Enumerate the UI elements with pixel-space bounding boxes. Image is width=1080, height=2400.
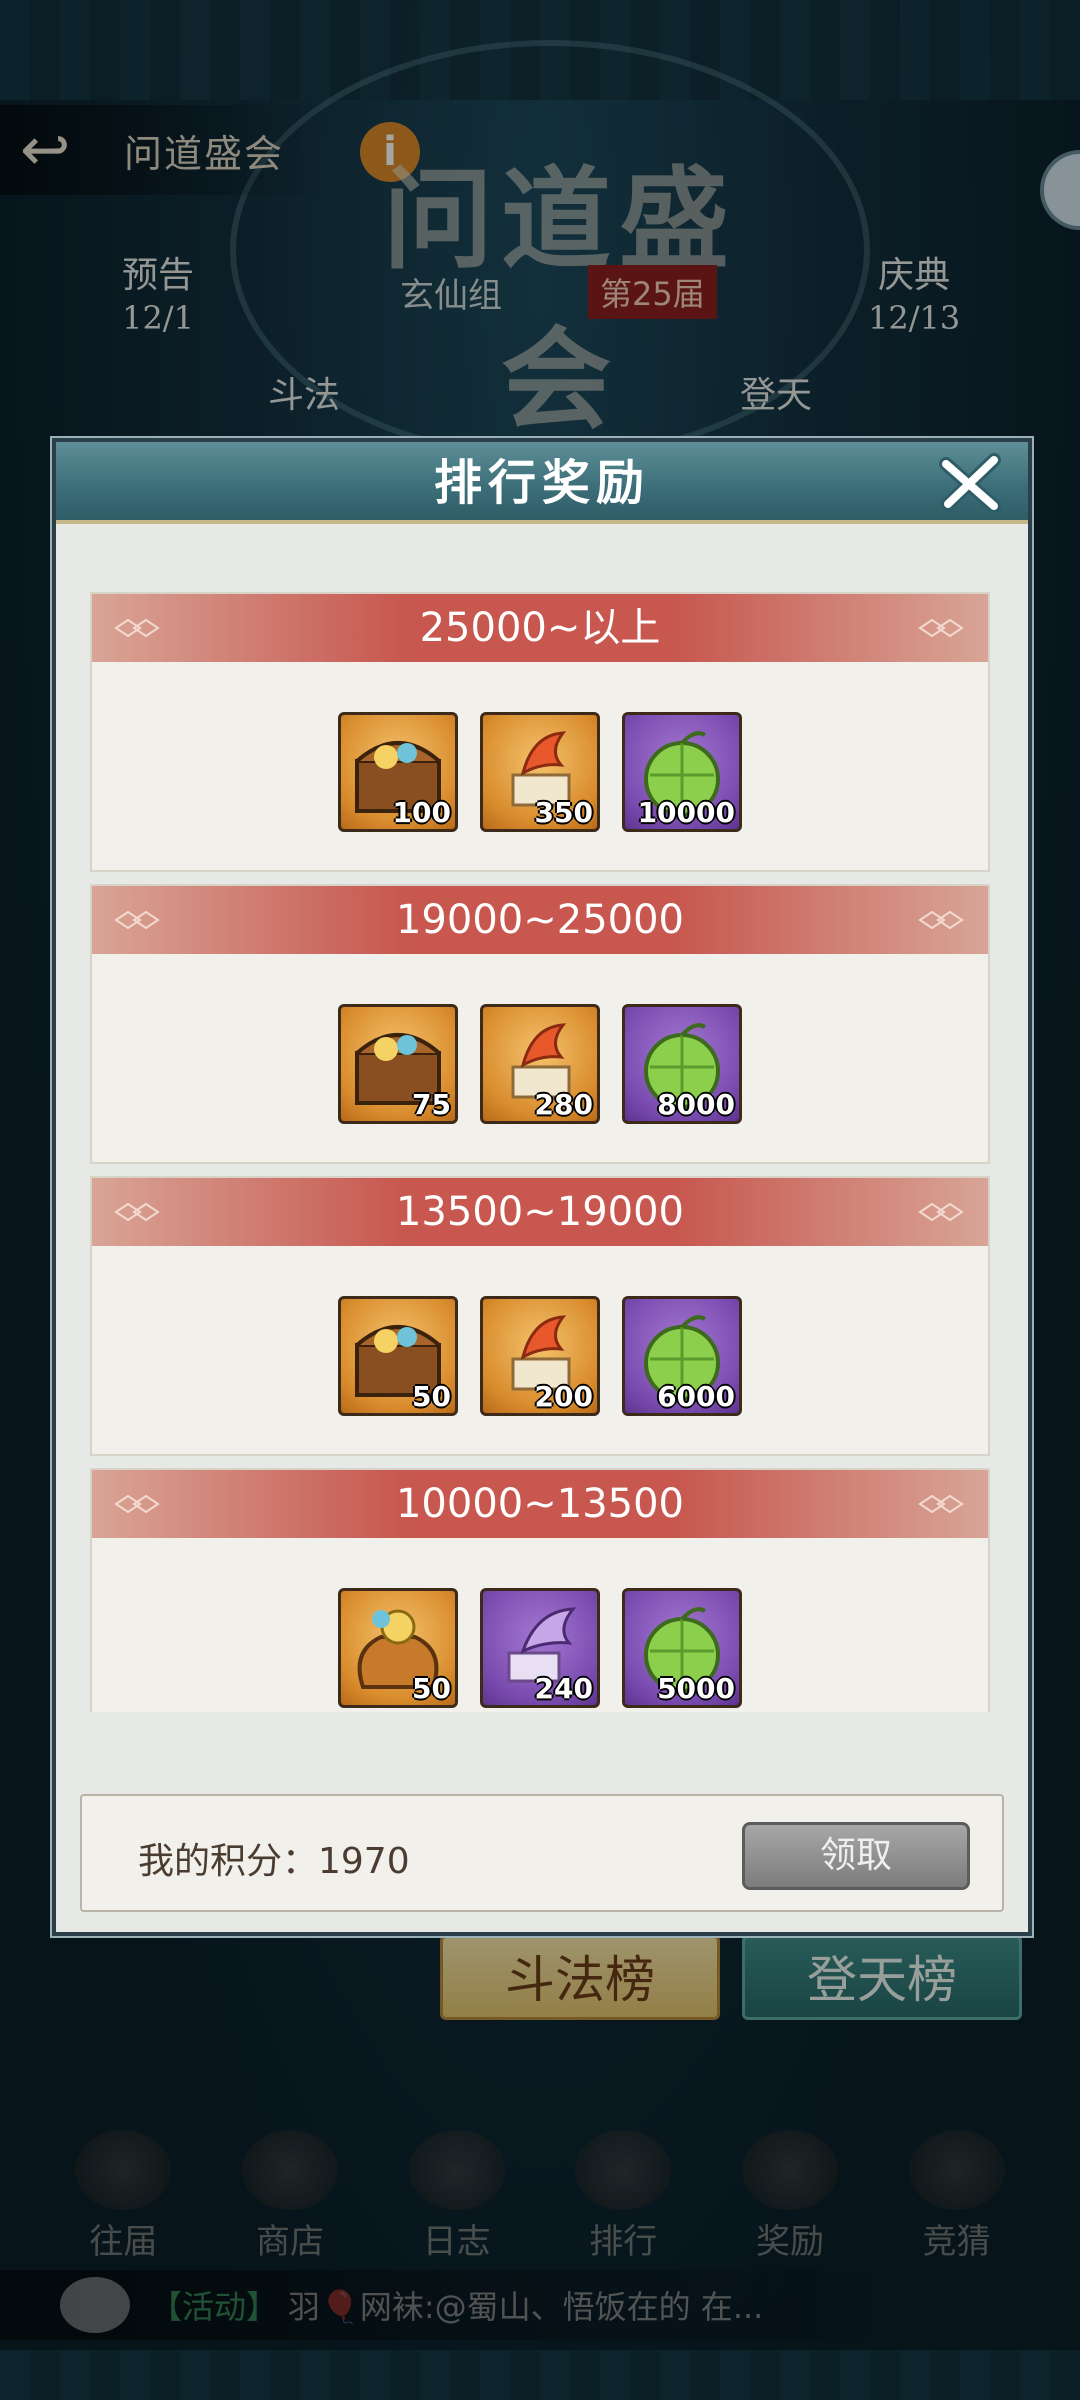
reward-item[interactable]: 240 <box>480 1588 600 1708</box>
my-score-panel: 我的积分：1970 领取 <box>80 1794 1004 1912</box>
tier-items: 50 240 5000 <box>92 1588 988 1708</box>
reward-tier-list[interactable]: 25000~以上 100 350 10000 19000~25000 75 28… <box>90 592 990 1712</box>
tier-items: 100 350 10000 <box>92 712 988 832</box>
tier-ornament-icon <box>918 1202 964 1222</box>
close-x-icon <box>939 453 1001 513</box>
tier-range-header: 19000~25000 <box>92 886 988 954</box>
item-count: 8000 <box>657 1088 735 1121</box>
ranking-rewards-dialog: 排行奖励 25000~以上 100 350 10000 19000~25000 … <box>52 438 1032 1936</box>
tier-ornament-icon <box>114 1202 160 1222</box>
tier-ornament-icon <box>918 910 964 930</box>
item-count: 50 <box>412 1380 451 1413</box>
reward-tier: 10000~13500 50 240 5000 <box>90 1468 990 1712</box>
dialog-title: 排行奖励 <box>433 455 650 511</box>
reward-tier: 13500~19000 50 200 6000 <box>90 1176 990 1456</box>
item-count: 75 <box>412 1088 451 1121</box>
tier-ornament-icon <box>114 910 160 930</box>
reward-item[interactable]: 200 <box>480 1296 600 1416</box>
reward-item[interactable]: 280 <box>480 1004 600 1124</box>
tier-items: 50 200 6000 <box>92 1296 988 1416</box>
item-count: 280 <box>534 1088 593 1121</box>
item-count: 50 <box>412 1672 451 1705</box>
reward-item[interactable]: 100 <box>338 712 458 832</box>
my-score-text: 我的积分：1970 <box>138 1841 410 1882</box>
tier-range-header: 25000~以上 <box>92 594 988 662</box>
item-count: 350 <box>534 796 593 829</box>
tier-ornament-icon <box>114 1494 160 1514</box>
close-button[interactable] <box>936 450 1006 516</box>
reward-item[interactable]: 10000 <box>622 712 742 832</box>
tier-ornament-icon <box>114 618 160 638</box>
tier-range-header: 13500~19000 <box>92 1178 988 1246</box>
reward-item[interactable]: 50 <box>338 1296 458 1416</box>
tier-ornament-icon <box>918 618 964 638</box>
claim-button[interactable]: 领取 <box>742 1822 970 1890</box>
tier-items: 75 280 8000 <box>92 1004 988 1124</box>
reward-item[interactable]: 50 <box>338 1588 458 1708</box>
reward-tier: 25000~以上 100 350 10000 <box>90 592 990 872</box>
item-count: 6000 <box>657 1380 735 1413</box>
reward-item[interactable]: 75 <box>338 1004 458 1124</box>
item-count: 100 <box>392 796 451 829</box>
item-count: 240 <box>534 1672 593 1705</box>
tier-ornament-icon <box>918 1494 964 1514</box>
item-count: 10000 <box>637 796 735 829</box>
reward-item[interactable]: 6000 <box>622 1296 742 1416</box>
reward-item[interactable]: 5000 <box>622 1588 742 1708</box>
item-count: 200 <box>534 1380 593 1413</box>
reward-tier: 19000~25000 75 280 8000 <box>90 884 990 1164</box>
reward-item[interactable]: 350 <box>480 712 600 832</box>
item-count: 5000 <box>657 1672 735 1705</box>
tier-range-header: 10000~13500 <box>92 1470 988 1538</box>
reward-item[interactable]: 8000 <box>622 1004 742 1124</box>
